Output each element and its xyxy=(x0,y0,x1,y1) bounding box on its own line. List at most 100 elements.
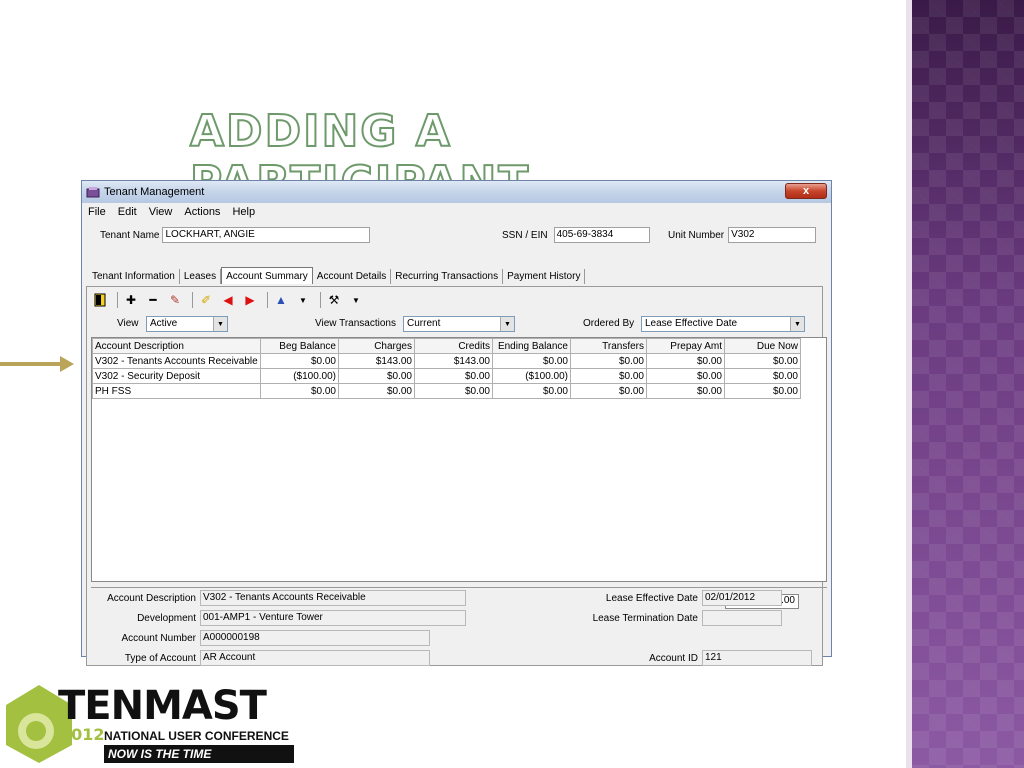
toolbar-separator xyxy=(320,292,321,308)
ordered-by-value: Lease Effective Date xyxy=(645,318,738,329)
cell-ending-balance: ($100.00) xyxy=(492,368,571,384)
dropdown-icon[interactable]: ▼ xyxy=(347,291,365,309)
edit-pencil-icon[interactable]: ✎ xyxy=(166,291,184,309)
cell-transfers: $0.00 xyxy=(570,368,647,384)
development-label: Development xyxy=(137,612,196,624)
window-body: File Edit View Actions Help Tenant Name … xyxy=(82,203,831,666)
account-description-row: Account Description V302 - Tenants Accou… xyxy=(104,590,466,606)
chevron-down-icon[interactable]: ▼ xyxy=(213,317,227,331)
arrow-right-red-icon[interactable]: ▶ xyxy=(241,291,259,309)
cell-charges: $0.00 xyxy=(338,368,415,384)
logo-wordmark: TENMAST xyxy=(58,683,267,729)
view-select[interactable]: Active ▼ xyxy=(146,316,228,332)
tab-tenant-information[interactable]: Tenant Information xyxy=(88,269,180,284)
cell-account-description: V302 - Tenants Accounts Receivable xyxy=(92,353,261,369)
cell-account-description: V302 - Security Deposit xyxy=(92,368,261,384)
view-transactions-label: View Transactions xyxy=(315,318,396,329)
remove-minus-icon[interactable]: ━ xyxy=(144,291,162,309)
close-button[interactable]: x xyxy=(785,183,827,199)
decorative-side-panel xyxy=(912,0,1024,768)
table-row[interactable]: V302 - Security Deposit ($100.00) $0.00 … xyxy=(92,368,801,384)
cell-beg-balance: $0.00 xyxy=(260,353,339,369)
menu-view[interactable]: View xyxy=(149,206,173,218)
chevron-down-icon[interactable]: ▼ xyxy=(500,317,514,331)
tenant-name-row: Tenant Name LOCKHART, ANGIE xyxy=(100,227,371,243)
lease-effective-date-label: Lease Effective Date xyxy=(605,592,698,604)
view-transactions-value: Current xyxy=(407,318,441,329)
account-id-field[interactable]: 121 xyxy=(702,650,812,666)
lease-effective-date-row: Lease Effective Date 02/01/2012 xyxy=(582,590,782,606)
arrow-left-red-icon[interactable]: ◀ xyxy=(219,291,237,309)
ssn-field[interactable]: 405-69-3834 xyxy=(553,227,650,243)
dropdown-icon[interactable]: ▼ xyxy=(294,291,312,309)
cell-transfers: $0.00 xyxy=(570,383,647,399)
tab-account-summary[interactable]: Account Summary xyxy=(221,267,313,284)
lease-termination-date-row: Lease Termination Date xyxy=(582,610,782,626)
menu-actions[interactable]: Actions xyxy=(184,206,220,218)
tab-recurring-transactions[interactable]: Recurring Transactions xyxy=(391,269,504,284)
cell-account-description: PH FSS xyxy=(92,383,261,399)
table-row[interactable]: PH FSS $0.00 $0.00 $0.00 $0.00 $0.00 $0.… xyxy=(92,383,801,399)
menu-help[interactable]: Help xyxy=(232,206,255,218)
development-field[interactable]: 001-AMP1 - Venture Tower xyxy=(200,610,466,626)
cell-prepay-amt: $0.00 xyxy=(646,368,725,384)
col-header-transfers[interactable]: Transfers xyxy=(570,338,647,354)
col-header-prepay-amt[interactable]: Prepay Amt xyxy=(646,338,725,354)
account-description-field[interactable]: V302 - Tenants Accounts Receivable xyxy=(200,590,466,606)
col-header-credits[interactable]: Credits xyxy=(414,338,493,354)
exit-door-icon[interactable] xyxy=(91,291,109,309)
window-titlebar[interactable]: Tenant Management x xyxy=(82,181,831,203)
close-icon: x xyxy=(802,185,810,197)
view-label: View xyxy=(117,318,139,329)
tenant-name-field[interactable]: LOCKHART, ANGIE xyxy=(162,227,371,243)
account-id-row: Account ID 121 xyxy=(582,650,812,666)
table-row[interactable]: V302 - Tenants Accounts Receivable $0.00… xyxy=(92,353,801,369)
cell-beg-balance: $0.00 xyxy=(260,383,339,399)
col-header-due-now[interactable]: Due Now xyxy=(724,338,801,354)
lease-termination-date-label: Lease Termination Date xyxy=(592,612,698,624)
logo-year: 2012 xyxy=(60,725,105,744)
col-header-beg-balance[interactable]: Beg Balance xyxy=(260,338,339,354)
col-header-charges[interactable]: Charges xyxy=(338,338,415,354)
tools-icon[interactable]: ⚒ xyxy=(325,291,343,309)
type-of-account-label: Type of Account xyxy=(124,652,196,664)
bell-icon[interactable]: ▲ xyxy=(272,291,290,309)
tenant-name-label: Tenant Name xyxy=(100,229,160,241)
cell-transfers: $0.00 xyxy=(570,353,647,369)
unit-number-row: Unit Number V302 xyxy=(668,227,817,243)
tab-account-details[interactable]: Account Details xyxy=(313,269,392,284)
tab-payment-history[interactable]: Payment History xyxy=(503,269,586,284)
view-transactions-select[interactable]: Current ▼ xyxy=(403,316,515,332)
col-header-ending-balance[interactable]: Ending Balance xyxy=(492,338,571,354)
account-number-label: Account Number xyxy=(121,632,196,644)
view-select-value: Active xyxy=(150,318,178,329)
menu-file[interactable]: File xyxy=(88,206,106,218)
add-plus-icon[interactable]: ✚ xyxy=(122,291,140,309)
account-summary-panel: ✚ ━ ✎ ✐ ◀ ▶ ▲ ▼ ⚒ ▼ View Active ▼ View T… xyxy=(86,286,827,666)
unit-number-field[interactable]: V302 xyxy=(728,227,817,243)
lease-effective-date-field[interactable]: 02/01/2012 xyxy=(702,590,782,606)
ordered-by-select[interactable]: Lease Effective Date ▼ xyxy=(641,316,805,332)
development-row: Development 001-AMP1 - Venture Tower xyxy=(104,610,466,626)
app-icon xyxy=(86,187,100,198)
tab-leases[interactable]: Leases xyxy=(180,269,222,284)
toolbar-separator xyxy=(192,292,193,308)
marker-icon[interactable]: ✐ xyxy=(197,291,215,309)
chevron-down-icon[interactable]: ▼ xyxy=(790,317,804,331)
type-of-account-row: Type of Account AR Account xyxy=(104,650,430,666)
filter-bar: View Active ▼ View Transactions Current … xyxy=(87,314,822,334)
menu-edit[interactable]: Edit xyxy=(118,206,137,218)
tab-strip: Tenant Information Leases Account Summar… xyxy=(88,267,586,284)
tenant-management-window: Tenant Management x File Edit View Actio… xyxy=(81,180,832,666)
cell-prepay-amt: $0.00 xyxy=(646,353,725,369)
toolbar-separator xyxy=(267,292,268,308)
lease-termination-date-field[interactable] xyxy=(702,610,782,626)
type-of-account-field[interactable]: AR Account xyxy=(200,650,430,666)
cell-prepay-amt: $0.00 xyxy=(646,383,725,399)
account-number-field[interactable]: A000000198 xyxy=(200,630,430,646)
cell-due-now: $0.00 xyxy=(724,383,801,399)
account-table: Account Description Beg Balance Charges … xyxy=(92,338,801,399)
unit-number-label: Unit Number xyxy=(668,229,725,241)
col-header-account-description[interactable]: Account Description xyxy=(92,338,261,354)
cell-charges: $0.00 xyxy=(338,383,415,399)
